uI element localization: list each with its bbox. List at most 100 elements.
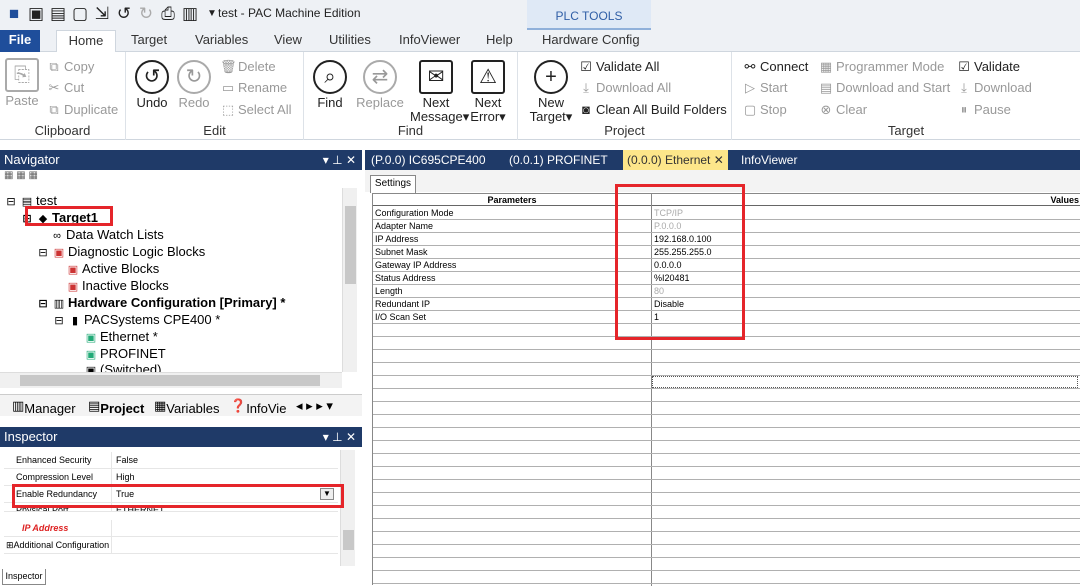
start-button[interactable]: ▷ Start [742, 79, 787, 97]
undo-icon[interactable]: ↺ [114, 2, 134, 26]
inspector-row[interactable]: IP Address [4, 520, 338, 537]
grid-row[interactable] [373, 467, 1080, 480]
tab-settings[interactable]: Settings [370, 175, 416, 193]
grid-row[interactable] [373, 519, 1080, 532]
tab-utilities[interactable]: Utilities [329, 30, 371, 52]
scroll-thumb[interactable] [345, 206, 356, 284]
download-all-button[interactable]: ⤓ Download All [578, 79, 671, 97]
grid-row[interactable] [373, 571, 1080, 584]
grid-row[interactable]: Gateway IP Address 0.0.0.0 [373, 259, 1080, 272]
pause-button[interactable]: ⏸ Pause [956, 101, 1011, 119]
export-icon[interactable]: ⇲ [92, 2, 112, 26]
collapse-icon[interactable]: ⊟ [4, 194, 18, 211]
grid-row[interactable]: Subnet Mask 255.255.255.0 [373, 246, 1080, 259]
rename-button[interactable]: ▭ Rename [220, 79, 287, 97]
doc-tab-cpe400[interactable]: (P.0.0) IC695CPE400 [371, 150, 486, 170]
validate-all-button[interactable]: ☑ Validate All [578, 58, 659, 76]
clean-all-button[interactable]: ◙ Clean All Build Folders [578, 101, 727, 119]
grid-row[interactable] [373, 428, 1080, 441]
grid-row[interactable]: Redundant IP Disable [373, 298, 1080, 311]
inspector-scrollbar[interactable] [340, 450, 355, 566]
parameter-value[interactable]: 80 [654, 285, 664, 298]
grid-row[interactable]: Adapter Name P.0.0.0 [373, 220, 1080, 233]
undo-button[interactable]: ↺ Undo [134, 60, 170, 110]
grid-row[interactable] [373, 441, 1080, 454]
paste-button[interactable]: ⎘ Paste [4, 58, 40, 108]
grid-row[interactable] [373, 415, 1080, 428]
grid-row[interactable] [373, 506, 1080, 519]
inspector-row[interactable]: Compression Level High [4, 469, 338, 486]
delete-button[interactable]: 🗑Delete [220, 58, 276, 76]
tab-variables-nav[interactable]: ▦ Variables [154, 398, 220, 416]
grid-row[interactable]: Status Address %I20481 [373, 272, 1080, 285]
grid-row[interactable] [373, 324, 1080, 337]
tab-manager[interactable]: ▥ Manager [12, 398, 76, 416]
grid-row[interactable] [373, 558, 1080, 571]
grid-row[interactable] [373, 545, 1080, 558]
doc-tab-ethernet[interactable]: (0.0.0) Ethernet ✕ [623, 150, 728, 170]
grid-row[interactable]: Length 80 [373, 285, 1080, 298]
clipboard-icon[interactable]: ▥ [180, 2, 200, 26]
collapse-icon[interactable]: ⊟ [36, 296, 50, 313]
tab-inspector[interactable]: Inspector [2, 569, 46, 585]
redo-icon[interactable]: ↻ [136, 2, 156, 26]
pin-icon[interactable]: ▾ ⊥ ✕ [323, 427, 356, 447]
tab-infoviewer[interactable]: InfoViewer [399, 30, 460, 52]
grid-row[interactable] [373, 402, 1080, 415]
parameter-value[interactable]: 192.168.0.100 [654, 233, 712, 246]
save-icon[interactable]: ▣ [26, 2, 46, 26]
collapse-icon[interactable]: ⊟ [20, 211, 34, 228]
open-icon[interactable]: ▢ [70, 2, 90, 26]
tab-home[interactable]: Home [56, 30, 116, 53]
navigator-scrollbar[interactable] [342, 188, 357, 372]
grid-row[interactable] [373, 454, 1080, 467]
collapse-icon[interactable]: ⊟ [52, 313, 66, 330]
doc-tab-profinet[interactable]: (0.0.1) PROFINET [509, 150, 608, 170]
save-all-icon[interactable]: ▤ [48, 2, 68, 26]
tab-hardware-config[interactable]: Hardware Config [542, 30, 640, 52]
tab-file[interactable]: File [0, 30, 40, 52]
inspector-row[interactable]: ⊞Additional Configuration [4, 537, 338, 554]
parameter-value[interactable]: %I20481 [654, 272, 690, 285]
tab-variables[interactable]: Variables [195, 30, 248, 52]
enable-redundancy-select[interactable]: True [116, 486, 134, 503]
next-message-button[interactable]: ✉ Next Message▾ [410, 60, 469, 124]
scroll-thumb[interactable] [343, 530, 354, 550]
print-icon[interactable]: ⎙ [158, 2, 178, 26]
parameter-value[interactable]: 255.255.255.0 [654, 246, 712, 259]
stop-button[interactable]: ▢ Stop [742, 101, 787, 119]
dropdown-arrow-icon[interactable]: ▼ [320, 488, 334, 500]
tab-project[interactable]: ▤ Project [88, 398, 144, 416]
cut-button[interactable]: ✂ Cut [46, 79, 85, 97]
parameter-value[interactable]: 0.0.0.0 [654, 259, 682, 272]
new-target-button[interactable]: + New Target▾ [528, 60, 574, 124]
next-error-button[interactable]: ⚠ Next Error▾ [464, 60, 512, 124]
grid-row[interactable] [373, 532, 1080, 545]
inspector-row[interactable]: Enable Redundancy True ▼ [4, 486, 338, 503]
redo-button[interactable]: ↻ Redo [176, 60, 212, 110]
context-tab-plc-tools[interactable]: PLC TOOLS [527, 0, 651, 30]
connect-button[interactable]: ⚯ Connect [742, 58, 809, 76]
tab-view[interactable]: View [274, 30, 302, 52]
inspector-row[interactable]: Enhanced Security False [4, 452, 338, 469]
copy-button[interactable]: ⧉ Copy [46, 58, 94, 76]
grid-row[interactable]: IP Address 192.168.0.100 [373, 233, 1080, 246]
download-start-button[interactable]: ▤ Download and Start [818, 79, 950, 97]
find-button[interactable]: ⌕ Find [310, 60, 350, 110]
validate-button[interactable]: ☑ Validate [956, 58, 1020, 76]
parameter-value[interactable]: TCP/IP [654, 207, 683, 220]
inspector-row[interactable]: Physical Port ETHERNET [4, 503, 338, 512]
doc-tab-infoviewer[interactable]: InfoViewer [741, 150, 797, 170]
parameter-value[interactable]: P.0.0.0 [654, 220, 681, 233]
parameter-value[interactable]: 1 [654, 311, 659, 324]
parameter-value[interactable]: Disable [654, 298, 684, 311]
grid-row[interactable]: I/O Scan Set 1 [373, 311, 1080, 324]
grid-row[interactable] [373, 389, 1080, 402]
replace-button[interactable]: ⇄ Replace [356, 60, 404, 110]
grid-row[interactable] [373, 337, 1080, 350]
grid-row[interactable] [373, 363, 1080, 376]
tab-nav-arrows-icon[interactable]: ◂ ▸ ▸ ▾ [296, 398, 333, 414]
grid-row[interactable] [373, 480, 1080, 493]
programmer-mode-button[interactable]: ▦ Programmer Mode [818, 58, 945, 76]
grid-row[interactable] [373, 350, 1080, 363]
